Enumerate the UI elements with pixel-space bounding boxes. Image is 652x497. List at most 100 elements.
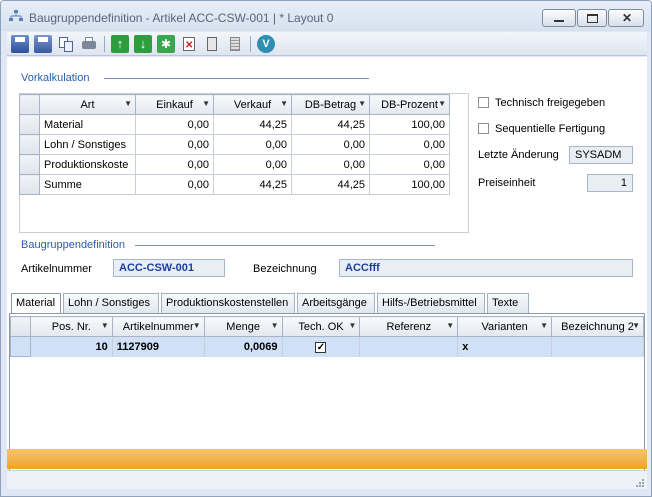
column-header-label: Bezeichnung 2 bbox=[561, 320, 634, 333]
row-selector[interactable] bbox=[19, 174, 40, 195]
delete-icon[interactable]: ✕ bbox=[180, 35, 198, 53]
list-icon[interactable] bbox=[226, 35, 244, 53]
cell-referenz[interactable] bbox=[359, 336, 459, 357]
row-selector-header bbox=[19, 94, 40, 115]
row-selector[interactable] bbox=[19, 154, 40, 175]
tech-ok-checkbox[interactable]: ✓ bbox=[315, 341, 327, 353]
cell-einkauf[interactable]: 0,00 bbox=[135, 134, 214, 155]
dropdown-arrow-icon: ▼ bbox=[348, 321, 357, 330]
tab-lohn-sonstiges[interactable]: Lohn / Sonstiges bbox=[63, 293, 159, 313]
toolbar-separator bbox=[104, 36, 105, 52]
cell-einkauf[interactable]: 0,00 bbox=[135, 174, 214, 195]
move-up-icon[interactable]: ↑ bbox=[111, 35, 129, 53]
table-row[interactable]: Material 0,00 44,25 44,25 100,00 bbox=[19, 114, 450, 135]
row-selector[interactable] bbox=[10, 336, 31, 357]
preiseinheit-label: Preiseinheit bbox=[478, 177, 536, 189]
column-header-label: Artikelnummer bbox=[122, 320, 194, 333]
tab-produktionskostenstellen[interactable]: Produktionskostenstellen bbox=[161, 293, 295, 313]
column-header-menge[interactable]: Menge ▼ bbox=[203, 316, 283, 337]
content-area: Vorkalkulation Art ▼ Einkauf ▼ Verkauf ▼ DB… bbox=[7, 57, 647, 489]
copy-icon[interactable] bbox=[57, 35, 75, 53]
move-down-icon[interactable]: ↓ bbox=[134, 35, 152, 53]
letzte-aenderung-field: SYSADM bbox=[569, 146, 633, 164]
cell-verkauf[interactable]: 44,25 bbox=[213, 174, 292, 195]
cell-db-prozent[interactable]: 0,00 bbox=[369, 154, 450, 175]
column-header-referenz[interactable]: Referenz ▼ bbox=[359, 316, 459, 337]
cell-db-betrag[interactable]: 44,25 bbox=[291, 174, 370, 195]
cell-tech-ok[interactable]: ✓ bbox=[282, 336, 361, 357]
save-close-icon[interactable] bbox=[34, 35, 52, 53]
dropdown-arrow-icon: ▼ bbox=[540, 321, 548, 330]
baugruppe-divider bbox=[135, 245, 435, 246]
calculator-icon[interactable] bbox=[203, 35, 221, 53]
cell-bezeichnung2[interactable] bbox=[551, 336, 644, 357]
letzte-aenderung-label: Letzte Änderung bbox=[478, 149, 559, 161]
cell-einkauf[interactable]: 0,00 bbox=[135, 154, 214, 175]
column-header-tech-ok[interactable]: Tech. OK ▼ bbox=[281, 316, 361, 337]
cell-db-betrag[interactable]: 0,00 bbox=[291, 154, 370, 175]
cell-art[interactable]: Lohn / Sonstiges bbox=[39, 134, 136, 155]
cell-db-prozent[interactable]: 0,00 bbox=[369, 134, 450, 155]
table-row[interactable]: Produktionskoste 0,00 0,00 0,00 0,00 bbox=[19, 154, 450, 175]
cell-art[interactable]: Material bbox=[39, 114, 136, 135]
column-header-pos-nr[interactable]: Pos. Nr. ▼ bbox=[29, 316, 113, 337]
column-header-art[interactable]: Art ▼ bbox=[39, 94, 136, 115]
row-selector[interactable] bbox=[19, 134, 40, 155]
dropdown-arrow-icon: ▼ bbox=[632, 321, 640, 330]
dropdown-arrow-icon: ▼ bbox=[270, 321, 279, 330]
cell-einkauf[interactable]: 0,00 bbox=[135, 114, 214, 135]
hierarchy-icon bbox=[9, 10, 23, 21]
cell-art[interactable]: Produktionskoste bbox=[39, 154, 136, 175]
technisch-freigegeben-checkbox[interactable] bbox=[478, 97, 489, 108]
cell-db-betrag[interactable]: 44,25 bbox=[291, 114, 370, 135]
table-row[interactable]: 10 1127909 0,0069 ✓ x bbox=[10, 336, 644, 357]
cell-verkauf[interactable]: 0,00 bbox=[213, 134, 292, 155]
cell-db-prozent[interactable]: 100,00 bbox=[369, 174, 450, 195]
dropdown-arrow-icon: ▼ bbox=[202, 99, 210, 108]
column-header-bezeichnung2[interactable]: Bezeichnung 2 ▼ bbox=[551, 316, 644, 337]
column-header-db-betrag[interactable]: DB-Betrag ▼ bbox=[291, 94, 370, 115]
cell-verkauf[interactable]: 44,25 bbox=[213, 114, 292, 135]
cell-art[interactable]: Summe bbox=[39, 174, 136, 195]
dropdown-arrow-icon: ▼ bbox=[280, 99, 288, 108]
summary-bar bbox=[7, 449, 647, 469]
cell-db-betrag[interactable]: 0,00 bbox=[291, 134, 370, 155]
save-icon[interactable] bbox=[11, 35, 29, 53]
tab-texte[interactable]: Texte bbox=[487, 293, 529, 313]
table-row[interactable]: Lohn / Sonstiges 0,00 0,00 0,00 0,00 bbox=[19, 134, 450, 155]
cell-verkauf[interactable]: 0,00 bbox=[213, 154, 292, 175]
vorkalkulation-divider bbox=[104, 78, 369, 79]
print-icon[interactable] bbox=[80, 35, 98, 53]
tab-material[interactable]: Material bbox=[11, 293, 61, 314]
row-selector[interactable] bbox=[19, 114, 40, 135]
preiseinheit-field[interactable]: 1 bbox=[587, 174, 633, 192]
maximize-button[interactable] bbox=[577, 9, 607, 27]
minimize-button[interactable] bbox=[542, 9, 576, 27]
tab-hilfs-betriebsmittel[interactable]: Hilfs-/Betriebsmittel bbox=[377, 293, 485, 313]
column-header-label: Varianten bbox=[481, 320, 528, 333]
column-header-varianten[interactable]: Varianten ▼ bbox=[457, 316, 552, 337]
resize-grip-icon[interactable] bbox=[635, 478, 645, 488]
dropdown-arrow-icon: ▼ bbox=[438, 99, 446, 108]
tab-arbeitsgaenge[interactable]: Arbeitsgänge bbox=[297, 293, 375, 313]
status-bar bbox=[7, 470, 647, 489]
column-header-db-prozent[interactable]: DB-Prozent ▼ bbox=[369, 94, 450, 115]
column-header-verkauf[interactable]: Verkauf ▼ bbox=[213, 94, 292, 115]
table-row[interactable]: Summe 0,00 44,25 44,25 100,00 bbox=[19, 174, 450, 195]
cell-db-prozent[interactable]: 100,00 bbox=[369, 114, 450, 135]
close-button[interactable]: ✕ bbox=[608, 9, 644, 27]
column-header-label: Einkauf bbox=[156, 98, 193, 111]
column-header-einkauf[interactable]: Einkauf ▼ bbox=[135, 94, 214, 115]
expand-icon[interactable]: ✱ bbox=[157, 35, 175, 53]
cell-varianten[interactable]: x bbox=[457, 336, 552, 357]
logo-icon[interactable]: V bbox=[257, 35, 275, 53]
dropdown-arrow-icon: ▼ bbox=[446, 321, 455, 330]
cell-menge[interactable]: 0,0069 bbox=[204, 336, 283, 357]
sequentielle-fertigung-checkbox[interactable] bbox=[478, 123, 489, 134]
cell-pos-nr[interactable]: 10 bbox=[30, 336, 113, 357]
column-header-artikelnummer[interactable]: Artikelnummer ▼ bbox=[111, 316, 205, 337]
close-icon: ✕ bbox=[622, 11, 633, 25]
maximize-icon bbox=[587, 14, 598, 23]
cell-artikelnummer[interactable]: 1127909 bbox=[112, 336, 205, 357]
toolbar: ↑ ↓ ✱ ✕ V bbox=[7, 32, 647, 56]
